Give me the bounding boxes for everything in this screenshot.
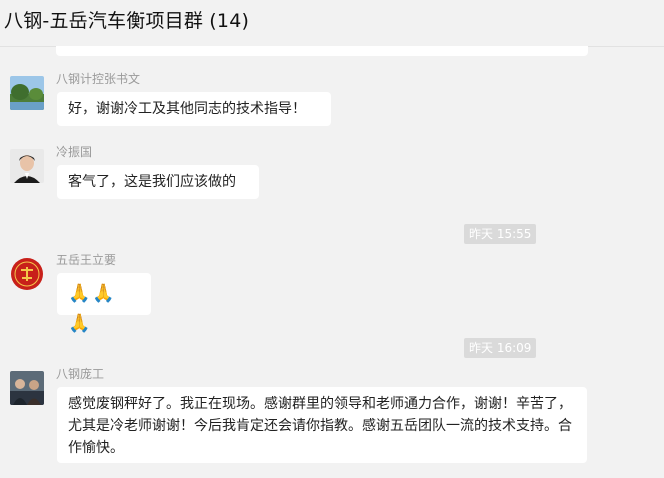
timestamp-badge: 昨天 15:55 <box>464 224 537 244</box>
group-photo-avatar-image <box>10 371 44 405</box>
sender-name: 冷振国 <box>56 145 93 159</box>
avatar[interactable] <box>10 257 44 291</box>
avatar[interactable] <box>10 149 44 183</box>
pray-hands-emoji-icon: 🙏 <box>92 283 115 304</box>
avatar[interactable] <box>10 76 44 110</box>
message-bubble[interactable]: 感觉废钢秤好了。我正在现场。感谢群里的领导和老师通力合作，谢谢！辛苦了，尤其是冷… <box>57 387 587 463</box>
message-bubble[interactable]: 🙏 🙏🙏 <box>57 273 151 334</box>
sender-name: 五岳王立要 <box>56 253 117 267</box>
person-avatar-image <box>10 149 44 183</box>
pray-hands-emoji-icon: 🙏 <box>68 313 91 334</box>
avatar[interactable] <box>10 371 44 405</box>
timestamp-badge: 昨天 16:09 <box>464 338 537 358</box>
group-title[interactable]: 八钢-五岳汽车衡项目群 (14) <box>4 6 249 33</box>
landscape-avatar-image <box>10 76 44 110</box>
message-bubble[interactable]: 好，谢谢冷工及其他同志的技术指导！ <box>57 92 331 126</box>
pray-hands-emoji-icon: 🙏 <box>68 283 91 304</box>
red-seal-avatar-image <box>10 257 44 291</box>
message-bubble[interactable]: 客气了，这是我们应该做的 <box>57 165 259 199</box>
previous-message-bubble <box>56 46 588 56</box>
chat-header: 八钢-五岳汽车衡项目群 (14) <box>0 0 664 47</box>
sender-name: 八钢庞工 <box>56 367 105 381</box>
sender-name: 八钢计控张书文 <box>56 72 141 86</box>
